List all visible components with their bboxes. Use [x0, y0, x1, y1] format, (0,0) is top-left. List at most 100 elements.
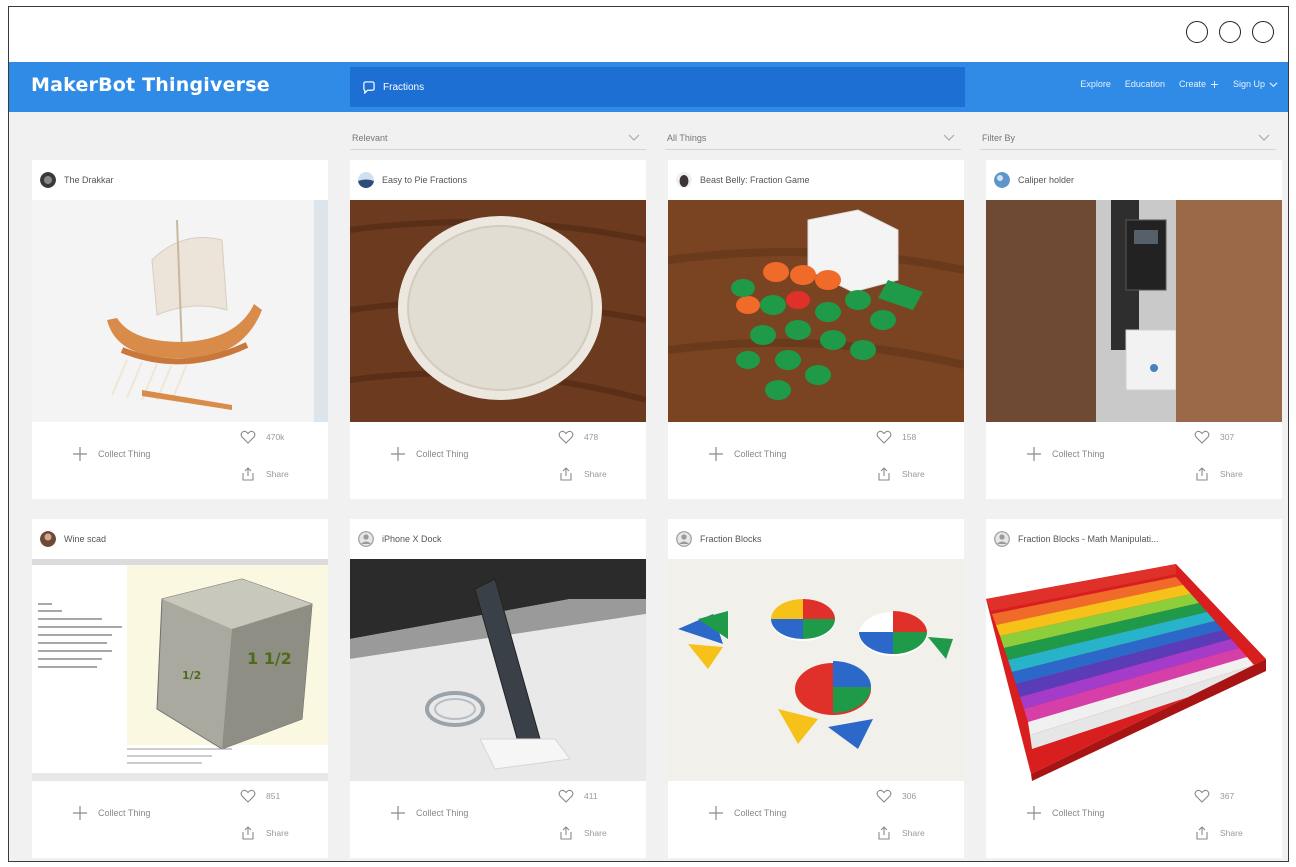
thing-thumbnail[interactable] [986, 559, 1282, 781]
card-header: Easy to Pie Fractions [350, 160, 646, 200]
plus-icon [709, 806, 723, 820]
card-title[interactable]: Wine scad [64, 534, 106, 544]
collect-label: Collect Thing [1052, 808, 1105, 818]
avatar-icon[interactable] [40, 531, 56, 547]
like-button[interactable]: 367 [1194, 789, 1234, 803]
like-count: 411 [584, 791, 598, 801]
collect-label: Collect Thing [98, 449, 151, 459]
avatar-icon[interactable] [358, 531, 374, 547]
nav-education[interactable]: Education [1125, 79, 1165, 89]
collect-label: Collect Thing [734, 808, 787, 818]
like-button[interactable]: 307 [1194, 430, 1234, 444]
search-bar[interactable]: Fractions [350, 67, 965, 107]
share-icon [560, 467, 572, 481]
plus-icon [73, 447, 87, 461]
card-title[interactable]: The Drakkar [64, 175, 114, 185]
like-count: 307 [1220, 432, 1235, 442]
like-button[interactable]: 306 [876, 789, 916, 803]
share-button[interactable]: Share [876, 825, 925, 841]
collect-thing-button[interactable]: Collect Thing [1026, 446, 1104, 462]
share-button[interactable]: Share [240, 466, 289, 482]
thing-thumbnail[interactable] [350, 559, 646, 781]
share-button[interactable]: Share [558, 825, 607, 841]
thing-thumbnail[interactable] [986, 200, 1282, 422]
thing-thumbnail[interactable]: 1 1/2 1/2 [32, 559, 328, 781]
thing-card[interactable]: Caliper holder Collect Thing 307 Share [986, 160, 1282, 499]
card-actions: Collect Thing 307 Share [986, 422, 1282, 499]
thing-thumbnail[interactable] [350, 200, 646, 422]
collect-thing-button[interactable]: Collect Thing [708, 805, 786, 821]
collect-thing-button[interactable]: Collect Thing [72, 446, 150, 462]
thing-card[interactable]: iPhone X Dock Collect Thing 411 Share [350, 519, 646, 858]
site-logo[interactable]: MakerBot Thingiverse [31, 74, 270, 96]
avatar-icon[interactable] [676, 531, 692, 547]
like-count: 470k [266, 432, 285, 442]
avatar-icon[interactable] [994, 531, 1010, 547]
share-label: Share [266, 469, 289, 479]
share-icon [878, 826, 890, 840]
card-title[interactable]: Fraction Blocks - Math Manipulati... [1018, 534, 1159, 544]
window-control-button[interactable] [1186, 21, 1208, 43]
share-button[interactable]: Share [876, 466, 925, 482]
filter-bar: Relevant All Things Filter By [350, 126, 1276, 150]
collect-thing-button[interactable]: Collect Thing [390, 446, 468, 462]
thing-card[interactable]: Fraction Blocks Collect Thing 306 Share [668, 519, 964, 858]
card-title[interactable]: Fraction Blocks [700, 534, 762, 544]
avatar-icon[interactable] [994, 172, 1010, 188]
plus-icon [73, 806, 87, 820]
thing-thumbnail[interactable] [668, 200, 964, 422]
avatar-icon[interactable] [358, 172, 374, 188]
card-title[interactable]: Easy to Pie Fractions [382, 175, 467, 185]
like-button[interactable]: 470k [240, 430, 284, 444]
thing-card[interactable]: Wine scad 1 1/2 1/2 Collect Thing 851 Sh… [32, 519, 328, 858]
window-control-button[interactable] [1252, 21, 1274, 43]
sort-dropdown[interactable]: Relevant [350, 126, 646, 150]
like-button[interactable]: 851 [240, 789, 280, 803]
thing-thumbnail[interactable] [668, 559, 964, 781]
plus-icon [391, 447, 405, 461]
card-title[interactable]: iPhone X Dock [382, 534, 442, 544]
collect-label: Collect Thing [416, 808, 469, 818]
avatar-icon[interactable] [676, 172, 692, 188]
heart-icon [558, 789, 574, 803]
nav-explore[interactable]: Explore [1080, 79, 1111, 89]
card-header: iPhone X Dock [350, 519, 646, 559]
filter-dropdown[interactable]: Filter By [980, 126, 1276, 150]
thing-card[interactable]: Fraction Blocks - Math Manipulati... Col… [986, 519, 1282, 858]
heart-icon [876, 430, 892, 444]
svg-text:1/2: 1/2 [182, 669, 201, 682]
type-dropdown[interactable]: All Things [665, 126, 961, 150]
card-header: Fraction Blocks - Math Manipulati... [986, 519, 1282, 559]
thing-thumbnail[interactable] [32, 200, 328, 422]
collect-thing-button[interactable]: Collect Thing [72, 805, 150, 821]
like-button[interactable]: 411 [558, 789, 598, 803]
collect-label: Collect Thing [416, 449, 469, 459]
thing-card[interactable]: The Drakkar Collect Thing 470k Share [32, 160, 328, 499]
search-input[interactable]: Fractions [383, 82, 424, 93]
avatar-icon[interactable] [40, 172, 56, 188]
like-button[interactable]: 478 [558, 430, 598, 444]
collect-thing-button[interactable]: Collect Thing [1026, 805, 1104, 821]
like-button[interactable]: 158 [876, 430, 916, 444]
share-button[interactable]: Share [240, 825, 289, 841]
title-bar [9, 7, 1288, 62]
plus-icon [709, 447, 723, 461]
plus-icon [1027, 447, 1041, 461]
share-icon [1196, 467, 1208, 481]
collect-thing-button[interactable]: Collect Thing [708, 446, 786, 462]
share-button[interactable]: Share [558, 466, 607, 482]
thing-card[interactable]: Beast Belly: Fraction Game Collect Thing [668, 160, 964, 499]
nav-create[interactable]: Create [1179, 79, 1219, 89]
card-title[interactable]: Beast Belly: Fraction Game [700, 175, 810, 185]
share-button[interactable]: Share [1194, 466, 1243, 482]
nav-links: Explore Education Create Sign Up [1080, 79, 1278, 89]
collect-thing-button[interactable]: Collect Thing [390, 805, 468, 821]
share-button[interactable]: Share [1194, 825, 1243, 841]
chevron-down-icon [1258, 134, 1270, 141]
nav-signup[interactable]: Sign Up [1233, 79, 1278, 89]
card-title[interactable]: Caliper holder [1018, 175, 1074, 185]
card-header: Caliper holder [986, 160, 1282, 200]
thing-card[interactable]: Easy to Pie Fractions Collect Thing 478 … [350, 160, 646, 499]
card-actions: Collect Thing 851 Share [32, 781, 328, 858]
window-control-button[interactable] [1219, 21, 1241, 43]
